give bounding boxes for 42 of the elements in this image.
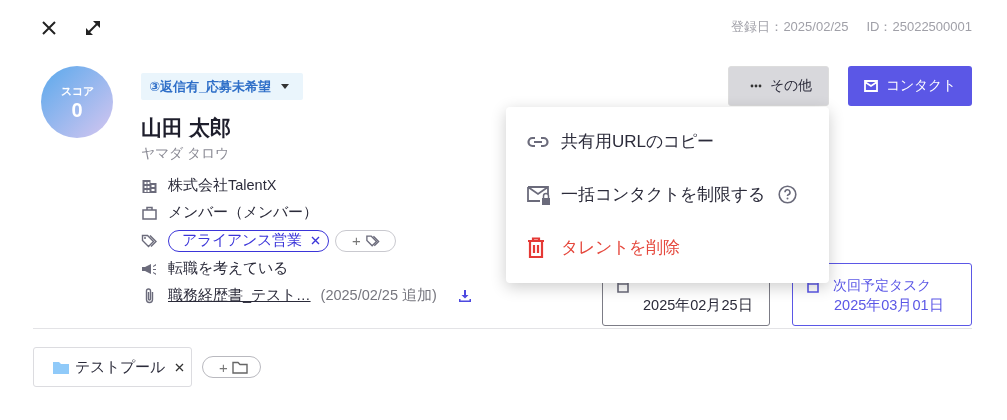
add-pool-button[interactable]: +	[202, 356, 261, 378]
card-date: 2025年03月01日	[833, 296, 945, 315]
more-icon	[749, 84, 762, 88]
menu-item[interactable]: 共有用URLのコピー	[506, 115, 829, 168]
registered-date: 登録日：2025/02/25	[731, 18, 849, 36]
mail-icon	[864, 80, 878, 92]
more-button[interactable]: その他	[728, 66, 829, 106]
locked-mail-icon	[527, 184, 550, 205]
contact-button[interactable]: コンタクト	[848, 66, 972, 106]
caret-icon	[281, 84, 290, 89]
card-label: 次回予定タスク	[833, 277, 931, 295]
folder-icon	[53, 360, 69, 374]
pool-chip[interactable]: テストプール	[33, 347, 192, 387]
status-dropdown[interactable]: ③返信有_応募未希望	[141, 73, 304, 100]
talent-kana: ヤマダ タロウ	[141, 144, 229, 163]
info-text: 転職を考えている	[168, 259, 288, 278]
briefcase-icon	[141, 204, 158, 221]
tags-icon	[141, 232, 158, 249]
remove-icon[interactable]	[175, 362, 184, 372]
next-task-card[interactable]: 次回予定タスク 2025年03月01日	[792, 263, 972, 326]
talent-name: 山田 太郎	[141, 115, 231, 141]
expand-icon[interactable]	[84, 19, 102, 37]
pool-name: テストプール	[75, 357, 165, 377]
close-icon[interactable]	[42, 21, 56, 35]
info-text: メンバー（メンバー）	[168, 203, 318, 222]
help-icon[interactable]	[778, 185, 797, 204]
link-icon	[527, 135, 549, 148]
added-date: (2025/02/25 追加)	[320, 286, 437, 305]
remove-icon[interactable]	[311, 236, 320, 245]
tags-icon	[364, 233, 381, 248]
info-text: 株式会社TalentX	[168, 176, 277, 195]
folder-icon	[231, 360, 248, 374]
file-link[interactable]: 職務経歴書_テスト…	[168, 286, 311, 305]
talent-id: ID：25022500001	[866, 18, 972, 36]
menu-item[interactable]: 一括コンタクトを制限する	[506, 168, 829, 221]
add-tag-button[interactable]: +	[335, 229, 396, 252]
card-date: 2025年02月25日	[642, 296, 754, 315]
score-value: 0	[71, 98, 83, 121]
building-icon	[141, 177, 158, 194]
trash-icon	[527, 236, 545, 259]
score-label: スコア	[60, 83, 94, 99]
download-icon[interactable]	[458, 289, 471, 302]
